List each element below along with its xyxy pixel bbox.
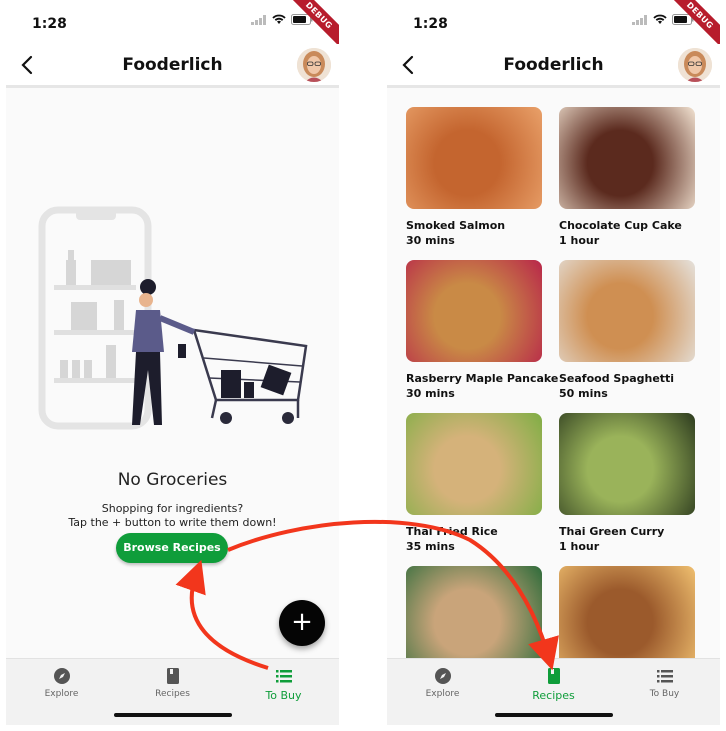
recipe-card[interactable]: Seafood Spaghetti 50 mins <box>559 260 699 400</box>
avatar[interactable] <box>678 48 712 82</box>
avatar[interactable] <box>297 48 331 82</box>
profile-photo-icon <box>297 48 331 82</box>
empty-state-line-1: Shopping for ingredients? <box>101 502 244 515</box>
tab-label: Recipes <box>532 689 575 702</box>
recipe-photo <box>559 413 695 515</box>
empty-cart-illustration <box>38 206 308 430</box>
recipe-name: Seafood Spaghetti <box>559 372 675 385</box>
status-icons <box>251 14 313 25</box>
debug-banner: DEBUG <box>283 0 339 51</box>
status-time: 1:28 <box>413 16 448 32</box>
book-icon <box>166 668 179 684</box>
list-icon <box>656 670 673 683</box>
recipe-photo <box>559 107 695 209</box>
tab-explore[interactable]: Explore <box>6 659 117 725</box>
signal-icon <box>632 14 647 25</box>
list-icon <box>275 670 292 683</box>
tab-to-buy[interactable]: To Buy <box>228 659 339 725</box>
status-bar: 1:28 DEBUG <box>387 0 720 51</box>
grocery-screen: 1:28 DEBUG Fooderlich No Groceries Shopp… <box>6 0 339 725</box>
tab-label: Explore <box>425 689 460 699</box>
book-icon <box>547 668 560 684</box>
add-item-button[interactable]: + <box>279 600 325 646</box>
recipe-time: 35 mins <box>406 540 455 553</box>
recipe-card[interactable] <box>559 566 699 668</box>
debug-banner: DEBUG <box>664 0 720 51</box>
app-title: Fooderlich <box>503 55 604 75</box>
compass-icon <box>434 668 451 684</box>
recipe-time: 30 mins <box>406 234 455 247</box>
bottom-navigation: Explore Recipes To Buy <box>6 658 339 725</box>
recipe-time: 30 mins <box>406 387 455 400</box>
recipes-screen: 1:28 DEBUG Fooderlich Smoked Salmon 30 m… <box>387 0 720 725</box>
recipe-photo <box>406 413 542 515</box>
app-title: Fooderlich <box>122 55 223 75</box>
tab-explore[interactable]: Explore <box>387 659 498 725</box>
recipe-name: Thai Fried Rice <box>406 525 498 538</box>
tab-to-buy[interactable]: To Buy <box>609 659 720 725</box>
recipe-card[interactable] <box>406 566 546 668</box>
recipe-card[interactable]: Thai Fried Rice 35 mins <box>406 413 546 553</box>
empty-state-line-2: Tap the + button to write them down! <box>68 516 277 529</box>
tab-label: To Buy <box>649 689 680 699</box>
recipe-photo <box>406 260 542 362</box>
recipe-photo <box>406 107 542 209</box>
profile-photo-icon <box>678 48 712 82</box>
recipe-card[interactable]: Thai Green Curry 1 hour <box>559 413 699 553</box>
status-time: 1:28 <box>32 16 67 32</box>
home-indicator <box>494 713 613 717</box>
wifi-icon <box>272 14 286 24</box>
signal-icon <box>251 14 266 25</box>
recipe-time: 1 hour <box>559 540 600 553</box>
recipe-photo <box>406 566 542 668</box>
recipe-time: 50 mins <box>559 387 608 400</box>
recipe-time: 1 hour <box>559 234 600 247</box>
bottom-navigation: Explore Recipes To Buy <box>387 658 720 725</box>
status-icons <box>632 14 694 25</box>
app-bar: Fooderlich <box>6 44 339 88</box>
tab-label: Recipes <box>155 689 190 699</box>
home-indicator <box>113 713 232 717</box>
tab-label: To Buy <box>265 689 302 702</box>
recipe-name: Rasberry Maple Pancake <box>406 372 559 385</box>
app-bar: Fooderlich <box>387 44 720 88</box>
wifi-icon <box>653 14 667 24</box>
compass-icon <box>53 668 70 684</box>
recipe-card[interactable]: Smoked Salmon 30 mins <box>406 107 546 247</box>
recipe-name: Chocolate Cup Cake <box>559 219 682 232</box>
recipe-card[interactable]: Chocolate Cup Cake 1 hour <box>559 107 699 247</box>
recipe-name: Smoked Salmon <box>406 219 506 232</box>
recipe-photo <box>559 566 695 668</box>
status-bar: 1:28 DEBUG <box>6 0 339 51</box>
recipe-card[interactable]: Rasberry Maple Pancake 30 mins <box>406 260 559 400</box>
empty-state-title: No Groceries <box>117 470 228 490</box>
tab-label: Explore <box>44 689 79 699</box>
browse-recipes-button[interactable]: Browse Recipes <box>116 533 228 563</box>
recipe-photo <box>559 260 695 362</box>
recipe-name: Thai Green Curry <box>559 525 665 538</box>
